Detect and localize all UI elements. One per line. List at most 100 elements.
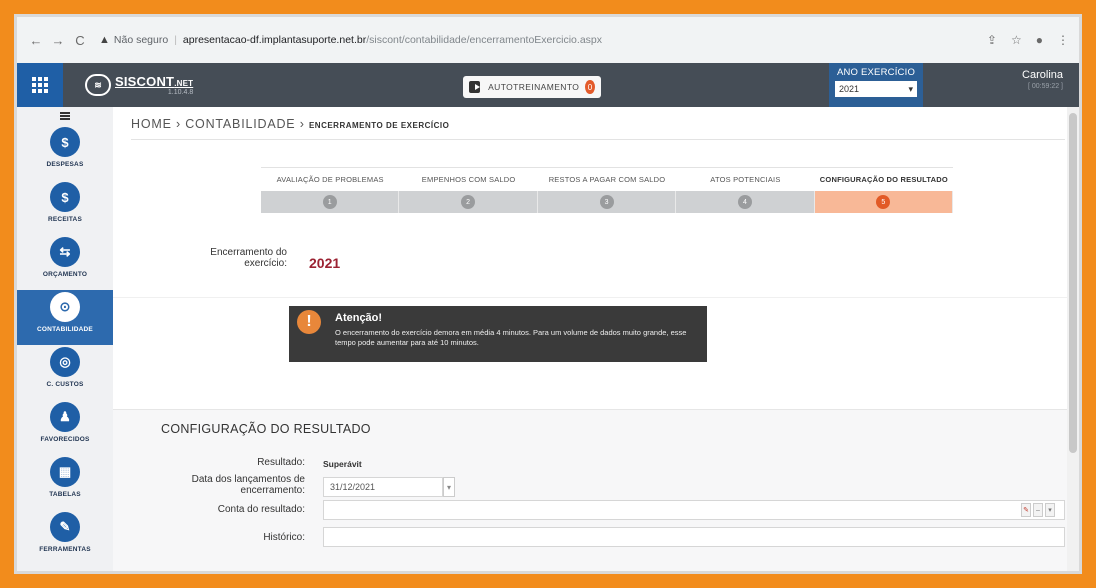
breadcrumb-separator: › — [175, 117, 186, 131]
app-header: ≋ SISCONT.NET 1.10.4.8 AUTOTREINAMENTO 0… — [17, 63, 1079, 107]
wizard-steps: AVALIAÇÃO DE PROBLEMAS EMPENHOS COM SALD… — [261, 167, 954, 217]
profile-icon[interactable]: ● — [1036, 33, 1043, 47]
historico-label: Histórico: — [263, 532, 305, 543]
data-lancamentos-label: Data dos lançamentos de encerramento: — [191, 474, 305, 496]
step-label-4[interactable]: ATOS POTENCIAIS — [676, 168, 814, 191]
address-host: apresentacao-df.implantasuporte.net.br — [182, 34, 367, 46]
data-lancamentos-input[interactable]: 31/12/2021 — [323, 477, 443, 497]
breadcrumb-current: ENCERRAMENTO DE EXERCÍCIO — [308, 121, 450, 130]
insecure-label: Não seguro — [113, 34, 169, 46]
contabilidade-icon: ⊙ — [50, 292, 80, 322]
sidebar-item-receitas[interactable]: $ RECEITAS — [17, 180, 113, 235]
config-title: CONFIGURAÇÃO DO RESULTADO — [161, 422, 371, 436]
video-play-icon — [469, 81, 481, 93]
browser-toolbar: ← → C ▲ Não seguro | apresentacao-df.imp… — [17, 17, 1079, 63]
sidebar-item-label: TABELAS — [49, 491, 81, 498]
star-icon[interactable]: ☆ — [1011, 33, 1022, 47]
sidebar-item-favorecidos[interactable]: ♟ FAVORECIDOS — [17, 400, 113, 455]
siscont-logo-icon: ≋ — [85, 74, 111, 96]
sidebar-item-label: FERRAMENTAS — [39, 546, 91, 553]
chevron-down-icon[interactable]: ▾ — [1045, 503, 1055, 517]
sidebar-item-custos[interactable]: ◎ C. CUSTOS — [17, 345, 113, 400]
step-label-5[interactable]: CONFIGURAÇÃO DO RESULTADO — [815, 168, 953, 191]
ano-exercicio-label: ANO EXERCÍCIO — [836, 67, 916, 78]
sidebar-item-orcamento[interactable]: ⇆ ORÇAMENTO — [17, 235, 113, 290]
step-number: 1 — [322, 195, 337, 209]
address-separator: | — [174, 34, 177, 46]
step-3[interactable]: 3 — [537, 191, 677, 213]
sidebar-item-contabilidade[interactable]: ⊙ CONTABILIDADE — [17, 290, 113, 345]
breadcrumb-section[interactable]: CONTABILIDADE — [185, 117, 295, 131]
chevron-down-icon: ▾ — [446, 482, 451, 492]
address-bar[interactable]: ▲ Não seguro | apresentacao-df.implantas… — [99, 26, 987, 54]
sidebar-item-label: RECEITAS — [48, 216, 82, 223]
resultado-value: Superávit — [323, 459, 362, 469]
screenshot-frame: ← → C ▲ Não seguro | apresentacao-df.imp… — [14, 14, 1082, 574]
dash-icon[interactable]: – — [1033, 503, 1043, 517]
apps-grid-button[interactable] — [17, 63, 63, 107]
sidebar-item-tabelas[interactable]: ▦ TABELAS — [17, 455, 113, 510]
config-section: CONFIGURAÇÃO DO RESULTADO Resultado: Sup… — [113, 409, 1079, 571]
step-number: 5 — [876, 195, 891, 209]
forward-icon[interactable]: → — [49, 33, 67, 48]
app-name: SISCONT.NET — [115, 74, 194, 89]
menu-dots-icon[interactable]: ⋮ — [1057, 33, 1069, 47]
sidebar-item-label: C. CUSTOS — [46, 381, 84, 388]
sidebar-item-label: CONTABILIDADE — [37, 326, 93, 333]
breadcrumb-separator: › — [299, 117, 309, 131]
sidebar-toggle[interactable] — [17, 107, 113, 125]
step-5[interactable]: 5 — [814, 191, 954, 213]
back-icon[interactable]: ← — [27, 33, 45, 48]
sidebar: $ DESPESAS $ RECEITAS ⇆ ORÇAMENTO ⊙ CONT… — [17, 107, 113, 571]
ano-exercicio-panel: ANO EXERCÍCIO 2021 ▾ — [829, 63, 923, 107]
ano-exercicio-select[interactable]: 2021 ▾ — [835, 81, 917, 97]
warning-alert: ! Atenção! O encerramento do exercício d… — [289, 306, 707, 362]
despesas-icon: $ — [50, 127, 80, 157]
alert-area: ! Atenção! O encerramento do exercício d… — [113, 297, 1079, 409]
autotreinamento-badge: 0 — [585, 80, 595, 94]
user-name: Carolina — [1022, 69, 1063, 81]
step-number: 2 — [461, 195, 476, 209]
user-info[interactable]: Carolina [ 00:59:22 ] — [1022, 69, 1063, 90]
main-content: HOME › CONTABILIDADE › ENCERRAMENTO DE E… — [113, 107, 1079, 571]
share-icon[interactable]: ⇪ — [987, 33, 997, 47]
exclamation-icon: ! — [297, 310, 321, 334]
step-label-2[interactable]: EMPENHOS COM SALDO — [399, 168, 537, 191]
step-number: 3 — [599, 195, 614, 209]
autotreinamento-button[interactable]: AUTOTREINAMENTO 0 — [463, 76, 601, 98]
step-label-1[interactable]: AVALIAÇÃO DE PROBLEMAS — [261, 168, 399, 191]
sidebar-item-label: FAVORECIDOS — [40, 436, 90, 443]
alert-title: Atenção! — [335, 312, 383, 324]
reload-icon[interactable]: C — [71, 33, 89, 48]
edit-icon[interactable]: ✎ — [1021, 503, 1031, 517]
sidebar-item-label: DESPESAS — [46, 161, 84, 168]
sidebar-item-despesas[interactable]: $ DESPESAS — [17, 125, 113, 180]
encerramento-year: 2021 — [309, 255, 341, 271]
custos-icon: ◎ — [50, 347, 80, 377]
tabelas-icon: ▦ — [50, 457, 80, 487]
chevron-down-icon: ▾ — [908, 83, 913, 94]
scrollbar-thumb[interactable] — [1069, 113, 1077, 453]
step-4[interactable]: 4 — [676, 191, 815, 213]
favorecidos-icon: ♟ — [50, 402, 80, 432]
orcamento-icon: ⇆ — [50, 237, 80, 267]
step-label-3[interactable]: RESTOS A PAGAR COM SALDO — [538, 168, 676, 191]
apps-grid-icon — [32, 77, 48, 93]
breadcrumb-home[interactable]: HOME — [131, 117, 172, 131]
sidebar-item-ferramentas[interactable]: ✎ FERRAMENTAS — [17, 510, 113, 565]
breadcrumb-divider — [131, 139, 1065, 140]
page-scrollbar[interactable] — [1067, 107, 1079, 571]
step-2[interactable]: 2 — [399, 191, 538, 213]
step-1[interactable]: 1 — [261, 191, 400, 213]
historico-input[interactable] — [323, 527, 1065, 547]
conta-resultado-label: Conta do resultado: — [217, 504, 305, 515]
ano-exercicio-value: 2021 — [839, 84, 860, 94]
conta-resultado-input[interactable] — [323, 500, 1065, 520]
warning-icon: ▲ — [99, 34, 110, 46]
hamburger-icon — [60, 112, 70, 120]
address-path: /siscont/contabilidade/encerramentoExerc… — [366, 34, 602, 46]
date-dropdown-button[interactable]: ▾ — [443, 477, 455, 497]
alert-message: O encerramento do exercício demora em mé… — [335, 328, 687, 347]
app-logo[interactable]: ≋ SISCONT.NET 1.10.4.8 — [85, 74, 193, 96]
ferramentas-icon: ✎ — [50, 512, 80, 542]
